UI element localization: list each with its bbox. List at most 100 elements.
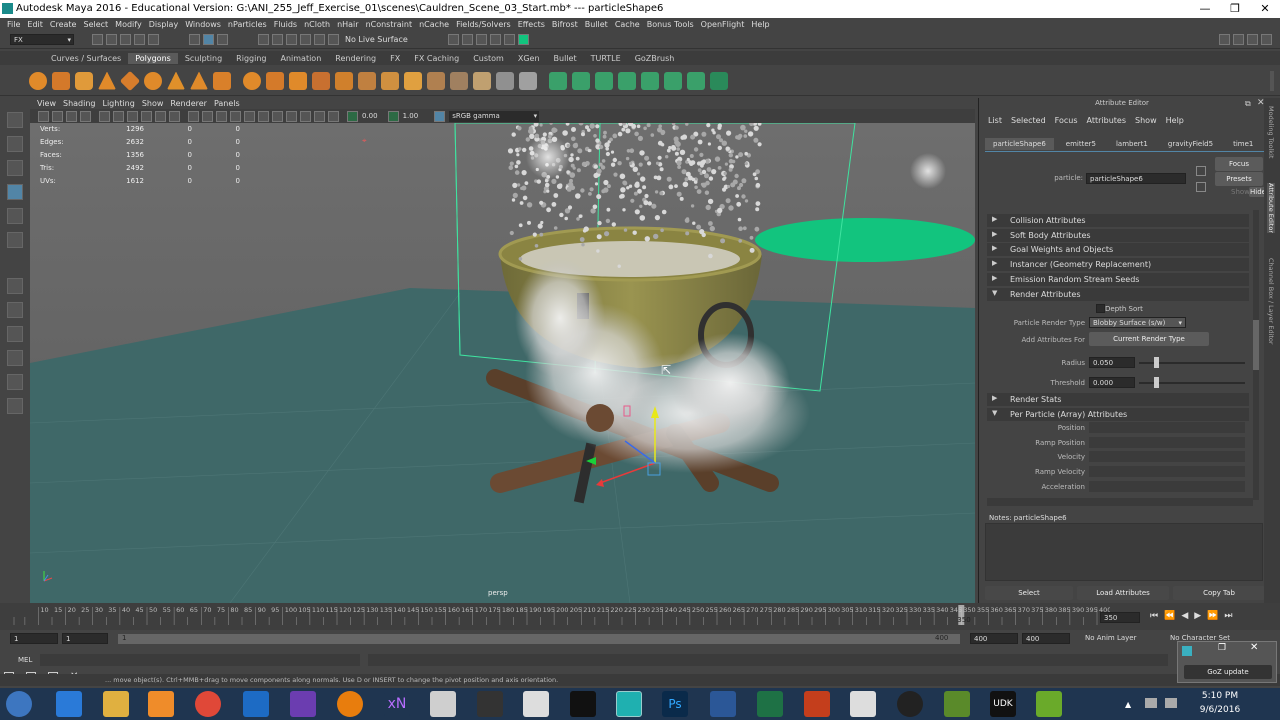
viewport-menu-shading[interactable]: Shading bbox=[63, 99, 96, 108]
menuset-select[interactable]: FX ▾ bbox=[10, 34, 74, 45]
side-tab-channel-box[interactable]: Channel Box / Layer Editor bbox=[1267, 258, 1275, 345]
shelf-tab-rendering[interactable]: Rendering bbox=[328, 53, 383, 64]
smooth-shade-icon[interactable] bbox=[202, 110, 213, 122]
menu-openflight[interactable]: OpenFlight bbox=[701, 20, 745, 29]
udk-icon[interactable]: UDK bbox=[990, 691, 1016, 717]
pp-row-field[interactable] bbox=[1089, 451, 1245, 463]
redo-icon[interactable] bbox=[148, 34, 159, 45]
ambient-occlusion-icon[interactable] bbox=[258, 110, 269, 122]
command-input[interactable] bbox=[40, 654, 360, 666]
paint-select-icon[interactable] bbox=[7, 160, 23, 176]
resolution-gate-icon[interactable] bbox=[127, 110, 138, 122]
uv-spherical-icon[interactable] bbox=[595, 71, 613, 90]
unity-icon[interactable] bbox=[477, 691, 503, 717]
section-collision-attributes[interactable]: ▶ Collision Attributes bbox=[987, 214, 1249, 227]
outlook-icon[interactable] bbox=[243, 691, 269, 717]
extract-icon[interactable] bbox=[519, 71, 537, 90]
viewport-scene[interactable]: ⌖ ⇱ bbox=[30, 123, 975, 603]
exposure-icon[interactable] bbox=[347, 110, 358, 122]
section-render-stats[interactable]: ▶ Render Stats bbox=[987, 393, 1249, 406]
mirror-icon[interactable] bbox=[312, 71, 330, 90]
shelf-tab-gozbrush[interactable]: GoZBrush bbox=[628, 53, 682, 64]
shadows-icon[interactable] bbox=[244, 110, 255, 122]
rotate-tool-icon[interactable] bbox=[7, 208, 23, 224]
poly-cone-icon[interactable] bbox=[98, 71, 116, 90]
shelf-tab-rigging[interactable]: Rigging bbox=[229, 53, 273, 64]
menu-fluids[interactable]: Fluids bbox=[274, 20, 297, 29]
shelf-tab-fx[interactable]: FX bbox=[383, 53, 407, 64]
viewport-menu-panels[interactable]: Panels bbox=[214, 99, 240, 108]
range-end-field[interactable]: 400 bbox=[970, 633, 1018, 644]
radius-field[interactable]: 0.050 bbox=[1089, 357, 1135, 368]
ae-menu-list[interactable]: List bbox=[988, 116, 1002, 125]
volume-icon[interactable] bbox=[1165, 698, 1177, 708]
anim-layer-select[interactable]: No Anim Layer bbox=[1085, 634, 1136, 642]
focus-button[interactable]: Focus bbox=[1215, 157, 1263, 171]
select-hierarchy-icon[interactable] bbox=[189, 34, 200, 45]
bevel-icon[interactable] bbox=[404, 71, 422, 90]
open-scene-icon[interactable] bbox=[106, 34, 117, 45]
section-soft-body-attributes[interactable]: ▶ Soft Body Attributes bbox=[987, 228, 1249, 242]
section-emission-random-stream-seeds[interactable]: ▶ Emission Random Stream Seeds bbox=[987, 272, 1249, 286]
play-forward-icon[interactable]: ▶ bbox=[1194, 611, 1201, 621]
shelf-tab-polygons[interactable]: Polygons bbox=[128, 52, 178, 64]
snap-curve-icon[interactable] bbox=[272, 34, 283, 45]
layout-icon[interactable] bbox=[1233, 34, 1244, 45]
time-slider[interactable]: 10 15 20 25 30 35 40 45 50 55 60 65 70 75 80 85 90 95 100 1… bbox=[0, 603, 1280, 630]
smooth-icon[interactable] bbox=[335, 71, 353, 90]
section-render-attributes[interactable]: ▼ Render Attributes bbox=[987, 287, 1249, 301]
depth-sort-checkbox[interactable] bbox=[1096, 304, 1105, 313]
uv-planar-icon[interactable] bbox=[549, 71, 567, 90]
ae-menu-attributes[interactable]: Attributes bbox=[1087, 116, 1127, 125]
tab-lambert1[interactable]: lambert1 bbox=[1108, 138, 1156, 150]
hypershade-icon[interactable] bbox=[503, 34, 515, 45]
wireframe-icon[interactable] bbox=[188, 110, 199, 122]
grid-icon[interactable] bbox=[99, 110, 110, 122]
tab-particleshape6[interactable]: particleShape6 bbox=[985, 138, 1054, 150]
menu-help[interactable]: Help bbox=[751, 20, 769, 29]
threshold-field[interactable]: 0.000 bbox=[1089, 377, 1135, 388]
viewport-menu-lighting[interactable]: Lighting bbox=[102, 99, 134, 108]
layout-icon[interactable] bbox=[1247, 34, 1258, 45]
copy-tab-button[interactable]: Copy Tab bbox=[1173, 586, 1265, 600]
range-end-field-2[interactable]: 400 bbox=[1022, 633, 1070, 644]
menu-ncache[interactable]: nCache bbox=[419, 20, 449, 29]
go-to-start-icon[interactable]: ⏮ bbox=[1150, 611, 1158, 621]
shelf-tab-curves-surfaces[interactable]: Curves / Surfaces bbox=[44, 53, 128, 64]
poly-plane-icon[interactable] bbox=[119, 70, 141, 91]
uv-automatic-icon[interactable] bbox=[618, 71, 636, 90]
menu-cache[interactable]: Cache bbox=[615, 20, 640, 29]
live-surface-label[interactable]: No Live Surface bbox=[345, 35, 408, 44]
menu-nconstraint[interactable]: nConstraint bbox=[366, 20, 413, 29]
maya-taskbar-icon[interactable] bbox=[616, 691, 642, 717]
safe-action-icon[interactable] bbox=[169, 110, 180, 122]
gamma-icon[interactable] bbox=[387, 110, 399, 122]
presets-button[interactable]: Presets bbox=[1215, 172, 1263, 186]
section-instancer-geometry-replacement[interactable]: ▶ Instancer (Geometry Replacement) bbox=[987, 258, 1249, 272]
shelf-tab-custom[interactable]: Custom bbox=[466, 53, 511, 64]
internet-explorer-icon[interactable] bbox=[56, 691, 82, 717]
ae-menu-help[interactable]: Help bbox=[1166, 116, 1184, 125]
side-tab-attribute-editor[interactable]: Attribute Editor bbox=[1267, 183, 1275, 234]
camtasia-recorder-icon[interactable] bbox=[1036, 691, 1062, 717]
multicut-icon[interactable] bbox=[473, 71, 491, 90]
range-start-field-2[interactable]: 1 bbox=[62, 633, 108, 644]
color-space-select[interactable]: sRGB gamma ▾ bbox=[449, 110, 540, 122]
gamma-value[interactable]: 1.00 bbox=[403, 112, 419, 120]
poly-sphere-icon[interactable] bbox=[29, 71, 47, 90]
xnormal-icon[interactable]: xN bbox=[384, 691, 410, 717]
combine-icon[interactable] bbox=[243, 71, 261, 90]
uv-layout-icon[interactable] bbox=[687, 71, 705, 90]
clock-date[interactable]: 9/6/2016 bbox=[1190, 705, 1250, 715]
undo-icon[interactable] bbox=[134, 34, 145, 45]
layout-icon[interactable] bbox=[1261, 34, 1272, 45]
pp-row-field[interactable] bbox=[1089, 436, 1245, 448]
shelf-tab-bullet[interactable]: Bullet bbox=[547, 53, 584, 64]
snap-point-icon[interactable] bbox=[286, 34, 297, 45]
menu-modify[interactable]: Modify bbox=[115, 20, 142, 29]
select-tool-icon[interactable] bbox=[7, 112, 23, 128]
show-button[interactable]: Show bbox=[1231, 188, 1250, 196]
render-frame-icon[interactable] bbox=[461, 34, 473, 45]
xray-joints-icon[interactable] bbox=[328, 110, 339, 122]
menu-fields-solvers[interactable]: Fields/Solvers bbox=[456, 20, 511, 29]
